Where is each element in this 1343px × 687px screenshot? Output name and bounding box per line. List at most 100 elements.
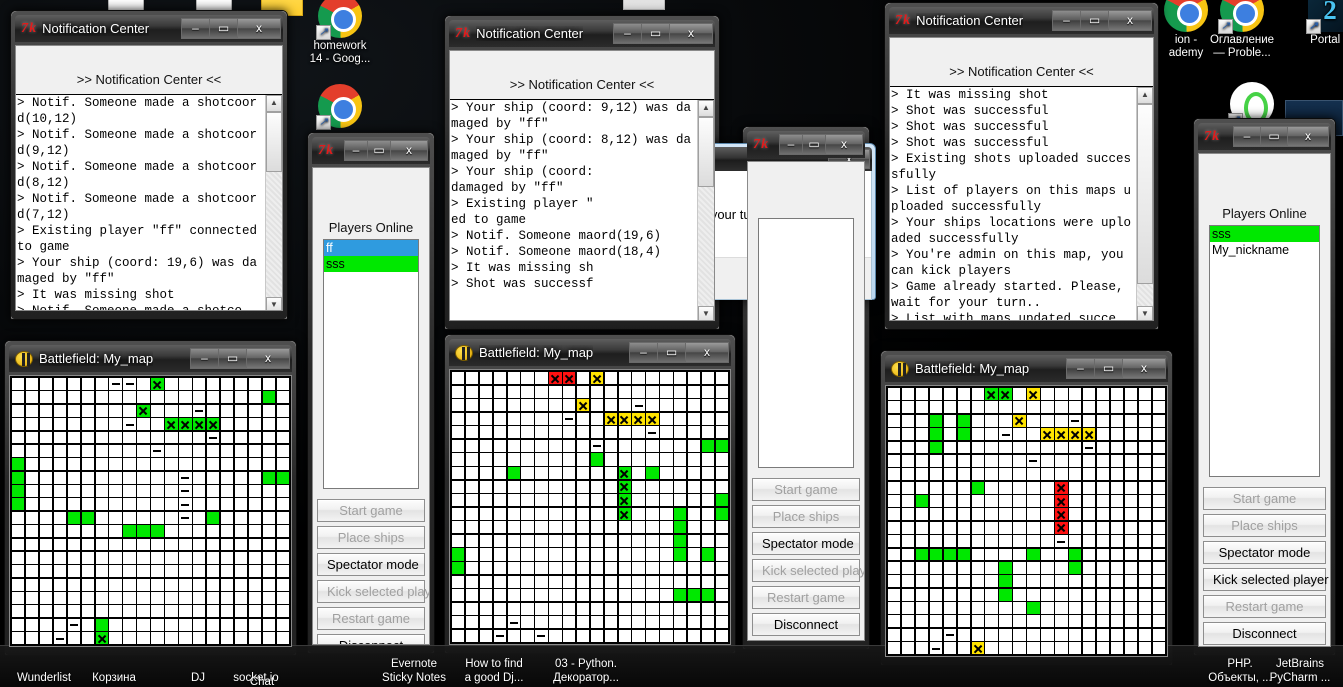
battlefield-cell[interactable]	[604, 575, 617, 588]
battlefield-cell[interactable]	[660, 480, 673, 493]
notification-center-window-3[interactable]: 7 k Notification Center – ▭ x >> Notific…	[884, 2, 1159, 330]
battlefield-cell[interactable]	[479, 453, 493, 466]
battlefield-cell[interactable]	[206, 578, 220, 591]
battlefield-cell[interactable]	[465, 616, 479, 629]
battlefield-cell[interactable]	[915, 588, 929, 601]
battlefield-cell[interactable]	[604, 494, 617, 507]
titlebar[interactable]: Battlefield: My_map – ▭ x	[885, 355, 1168, 382]
battlefield-cell[interactable]	[618, 562, 631, 575]
battlefield-cell[interactable]	[535, 521, 548, 534]
battlefield-cell[interactable]	[632, 548, 645, 561]
battlefield-cell[interactable]	[193, 418, 206, 430]
battlefield-cell[interactable]	[12, 592, 25, 604]
battlefield-cell[interactable]	[81, 525, 95, 537]
battlefield-cell[interactable]	[1152, 615, 1165, 628]
battlefield-cell[interactable]	[1027, 428, 1040, 440]
battlefield-cell[interactable]	[521, 602, 534, 615]
battlefield-cell[interactable]	[535, 439, 548, 452]
battlefield-cell[interactable]	[604, 399, 617, 412]
battlefield-cell[interactable]	[507, 507, 520, 520]
battlefield-cell[interactable]	[137, 551, 150, 564]
battlefield-cell[interactable]	[1152, 548, 1165, 561]
battlefield-cell[interactable]	[81, 431, 95, 444]
battlefield-cell[interactable]	[929, 628, 943, 641]
battlefield-cell[interactable]	[234, 431, 248, 444]
battlefield-cell[interactable]	[1082, 468, 1096, 481]
battlefield-cell[interactable]	[1082, 535, 1096, 547]
close-button[interactable]: x	[685, 342, 729, 363]
close-button[interactable]: x	[246, 348, 290, 369]
battlefield-cell[interactable]	[479, 426, 493, 439]
battlefield-cell[interactable]	[206, 471, 220, 484]
battlefield-cell[interactable]	[646, 494, 659, 507]
battlefield-cell[interactable]	[715, 439, 728, 452]
battlefield-cell[interactable]	[151, 525, 164, 537]
battlefield-cell[interactable]	[646, 562, 659, 575]
battlefield-cell[interactable]	[1013, 642, 1026, 654]
battlefield-cell[interactable]	[632, 562, 645, 575]
battlefield-cell[interactable]	[701, 548, 715, 561]
battlefield-cell[interactable]	[1013, 628, 1026, 641]
battlefield-cell[interactable]	[999, 441, 1012, 454]
battlefield-cell[interactable]	[660, 467, 673, 480]
battlefield-cell[interactable]	[888, 441, 901, 454]
battlefield-cell[interactable]	[220, 458, 234, 471]
battlefield-cell[interactable]	[452, 562, 465, 575]
battlefield-cell[interactable]	[901, 481, 915, 494]
battlefield-cell[interactable]	[137, 565, 150, 578]
battlefield-cell[interactable]	[715, 589, 728, 602]
battlefield-cell[interactable]	[109, 471, 122, 484]
battlefield-cell[interactable]	[67, 551, 81, 564]
battlefield-cell[interactable]	[521, 548, 534, 561]
titlebar[interactable]: 7 k – ▭ x	[1198, 123, 1331, 150]
battlefield-cell[interactable]	[220, 444, 234, 457]
battlefield-cell[interactable]	[674, 562, 687, 575]
battlefield-cell[interactable]	[465, 412, 479, 425]
battlefield-cell[interactable]	[521, 494, 534, 507]
battlefield-cell[interactable]	[901, 588, 915, 601]
battlefield-cell[interactable]	[262, 618, 276, 631]
battlefield-cell[interactable]	[604, 507, 617, 520]
battlefield-cell[interactable]	[563, 494, 576, 507]
battlefield-cell[interactable]	[1082, 521, 1096, 534]
battlefield-cell[interactable]	[206, 551, 220, 564]
battlefield-cell[interactable]	[465, 521, 479, 534]
battlefield-cell[interactable]	[715, 385, 728, 398]
battlefield-cell[interactable]	[715, 602, 728, 615]
maximize-button[interactable]: ▭	[1260, 126, 1288, 147]
battlefield-cell[interactable]	[493, 602, 506, 615]
battlefield-cell[interactable]	[618, 467, 631, 480]
battlefield-cell[interactable]	[179, 404, 192, 417]
battlefield-cell[interactable]	[39, 471, 53, 484]
battlefield-cell[interactable]	[109, 551, 122, 564]
battlefield-cell[interactable]	[929, 414, 943, 427]
battlefield-cell[interactable]	[25, 444, 39, 457]
battlefield-cell[interactable]	[915, 561, 929, 574]
battlefield-cell[interactable]	[67, 632, 81, 644]
battlefield-cell[interactable]	[248, 605, 262, 618]
battlefield-cell[interactable]	[1069, 588, 1082, 601]
battlefield-cell[interactable]	[929, 468, 943, 481]
battlefield-cell[interactable]	[1124, 588, 1138, 601]
battlefield-cell[interactable]	[646, 439, 659, 452]
battlefield-cell[interactable]	[1152, 401, 1165, 414]
battlefield-cell[interactable]	[971, 548, 984, 561]
battlefield-cell[interactable]	[915, 441, 929, 454]
players-online-list[interactable]	[758, 218, 854, 468]
battlefield-cell[interactable]	[646, 467, 659, 480]
battlefield-cell[interactable]	[1013, 468, 1026, 481]
battlefield-cell[interactable]	[81, 418, 95, 430]
battlefield-cell[interactable]	[479, 480, 493, 493]
battlefield-cell[interactable]	[901, 521, 915, 534]
battlefield-cell[interactable]	[563, 385, 576, 398]
battlefield-cell[interactable]	[1124, 642, 1138, 654]
battlefield-cell[interactable]	[604, 467, 617, 480]
battlefield-cell[interactable]	[493, 562, 506, 575]
battlefield-cell[interactable]	[521, 616, 534, 629]
battlefield-cell[interactable]	[521, 372, 534, 385]
battlefield-cell[interactable]	[563, 534, 576, 547]
battlefield-cell[interactable]	[25, 511, 39, 524]
battlefield-cell[interactable]	[67, 391, 81, 404]
battlefield-cell[interactable]	[479, 602, 493, 615]
battlefield-cell[interactable]	[193, 578, 206, 591]
